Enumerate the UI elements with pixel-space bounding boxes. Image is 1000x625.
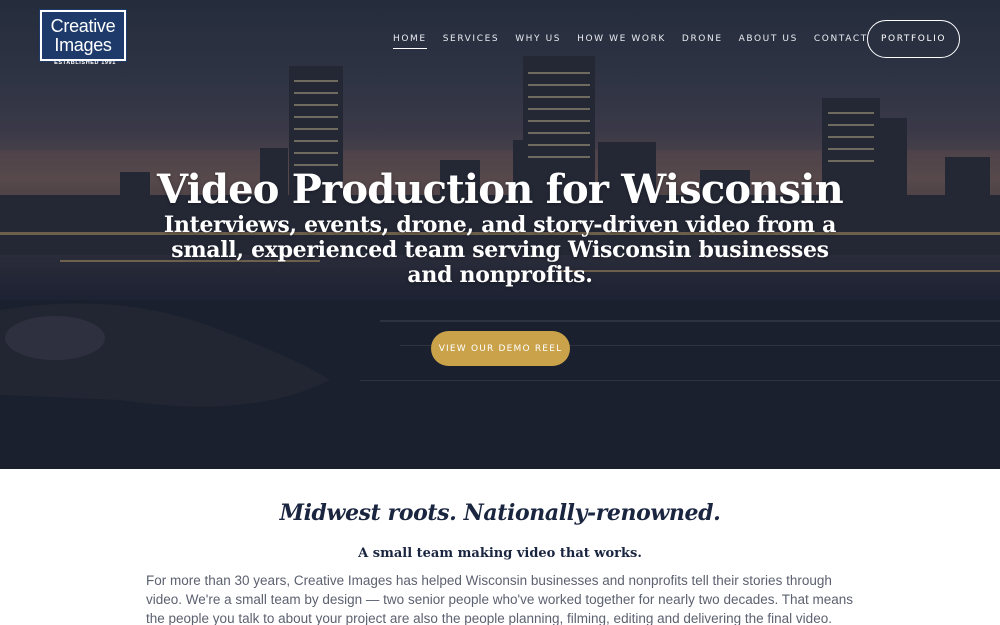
- demo-reel-button[interactable]: VIEW OUR DEMO REEL: [431, 331, 570, 366]
- portfolio-button[interactable]: PORTFOLIO: [867, 20, 960, 58]
- main-nav: HOME SERVICES WHY US HOW WE WORK DRONE A…: [393, 34, 884, 49]
- nav-item-drone[interactable]: DRONE: [682, 34, 723, 49]
- hero-subtitle: Interviews, events, drone, and story-dri…: [163, 212, 837, 288]
- nav-item-about-us[interactable]: ABOUT US: [739, 34, 798, 49]
- logo-established: ESTABLISHED 1991: [54, 60, 116, 66]
- nav-item-how-we-work[interactable]: HOW WE WORK: [577, 34, 666, 49]
- intro-paragraph: For more than 30 years, Creative Images …: [146, 573, 854, 625]
- nav-item-why-us[interactable]: WHY US: [515, 34, 561, 49]
- section-subheading: A small team making video that works.: [358, 546, 642, 561]
- nav-item-home[interactable]: HOME: [393, 34, 427, 49]
- logo-text-line2: Images: [54, 34, 112, 55]
- nav-item-contact[interactable]: CONTACT: [814, 34, 868, 49]
- section-tagline: Midwest roots. Nationally-renowned.: [279, 500, 721, 526]
- creative-images-logo[interactable]: Creative Images: [39, 9, 127, 62]
- hero-title: Video Production for Wisconsin: [157, 166, 844, 213]
- logo-text-line1: Creative: [50, 15, 116, 36]
- nav-item-services[interactable]: SERVICES: [443, 34, 499, 49]
